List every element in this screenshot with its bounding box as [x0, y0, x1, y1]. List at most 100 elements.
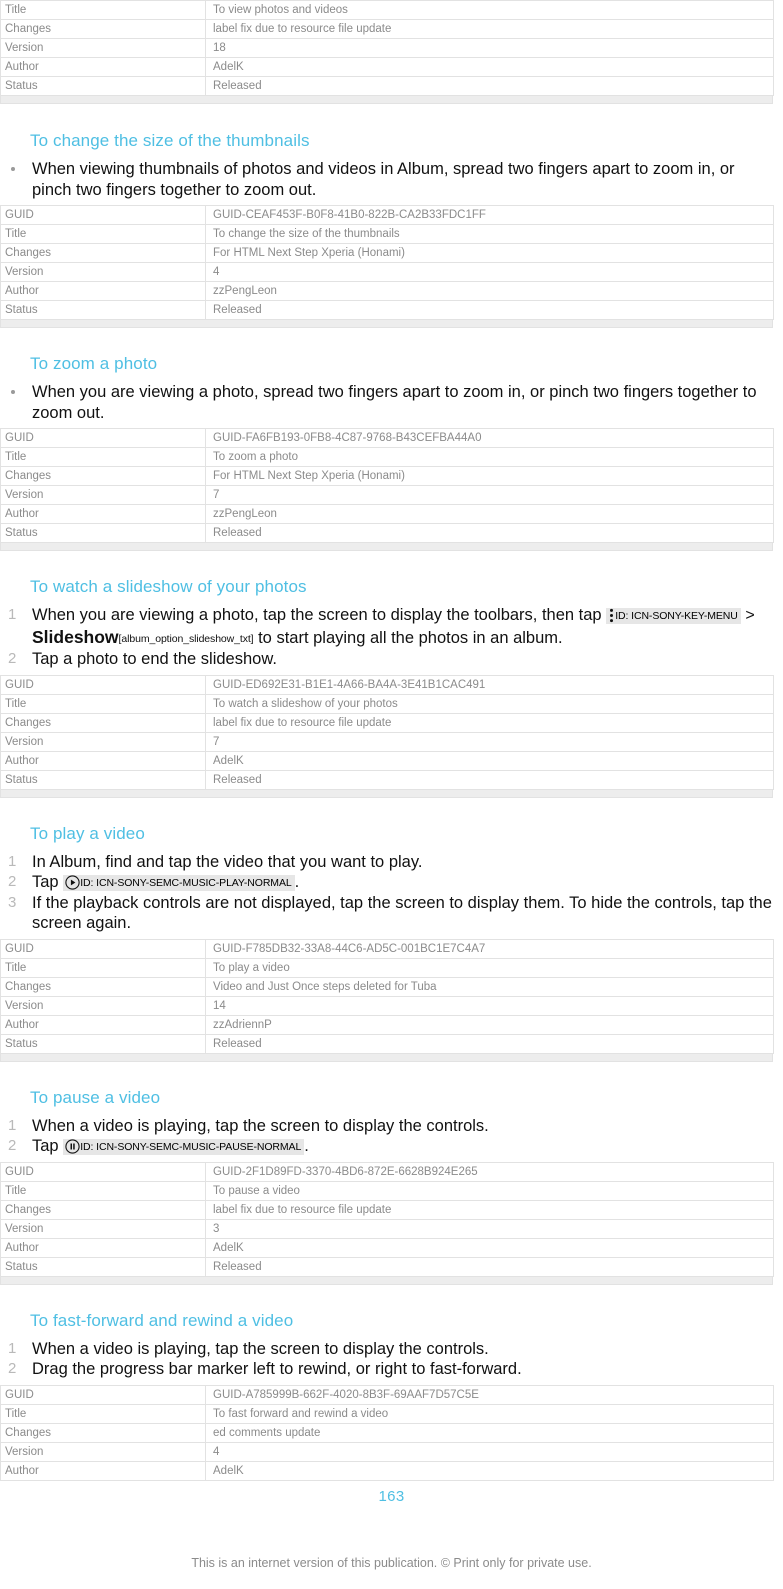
meta-key: Author [0, 57, 206, 77]
meta-key: Title [0, 0, 206, 20]
meta-key: GUID [0, 205, 206, 225]
meta-key: Changes [0, 466, 206, 486]
list-item-text: When a video is playing, tap the screen … [32, 1116, 489, 1135]
list-item: 1 When you are viewing a photo, tap the … [0, 605, 783, 649]
procedure-list-play-video: 1 In Album, find and tap the video that … [0, 852, 783, 934]
list-number: 2 [8, 650, 17, 667]
table-row: Changes label fix due to resource file up… [0, 712, 774, 733]
meta-value: Released [205, 1033, 774, 1054]
table-end-band [0, 1276, 773, 1285]
meta-value: For HTML Next Step Xperia (Honami) [205, 466, 774, 486]
menu-key-token[interactable]: ID: ICN-SONY-KEY-MENU [606, 608, 741, 624]
meta-key: Status [0, 76, 206, 96]
manual-page: Title To view photos and videos Changes … [0, 0, 783, 1589]
meta-value: ed comments update [205, 1422, 774, 1443]
list-item: 2 Tap a photo to end the slideshow. [0, 649, 783, 670]
table-row: Status Released [0, 300, 774, 320]
procedure-list-zoom-photo: When you are viewing a photo, spread two… [0, 382, 783, 423]
meta-key: Author [0, 1237, 206, 1258]
meta-value: 4 [205, 262, 774, 282]
meta-key: Author [0, 750, 206, 771]
table-end-band [0, 789, 773, 798]
table-row: GUID GUID-FA6FB193-0FB8-4C87-9768-B43CEFB… [0, 428, 774, 448]
list-item: 2 Tap ID: ICN-SONY-SEMC-MUSIC-PLAY-NORMA… [0, 872, 783, 893]
meta-value: 14 [205, 995, 774, 1016]
meta-key: Title [0, 957, 206, 978]
table-row: Title To zoom a photo [0, 447, 774, 467]
meta-value: GUID-2F1D89FD-3370-4BD6-872E-6628B924E26… [205, 1161, 774, 1182]
meta-key: GUID [0, 1161, 206, 1182]
table-row: Author zzPengLeon [0, 504, 774, 524]
table-row: Changes For HTML Next Step Xperia (Honami… [0, 466, 774, 486]
meta-value: Released [205, 523, 774, 543]
table-row: GUID GUID-CEAF453F-B0F8-41B0-822B-CA2B33F… [0, 205, 774, 225]
meta-key: GUID [0, 1384, 206, 1405]
table-row: Changes ed comments update [0, 1422, 774, 1443]
section-heading-zoom-photo: To zoom a photo [30, 354, 158, 373]
meta-value: Video and Just Once steps deleted for Tu… [205, 976, 774, 997]
meta-key: Version [0, 38, 206, 58]
meta-key: Version [0, 731, 206, 752]
meta-key: Author [0, 504, 206, 524]
table-row: Status Released [0, 1033, 774, 1054]
metadata-table-play-video: GUID GUID-F785DB32-33A8-44C6-AD5C-001BC1E… [0, 938, 774, 1054]
meta-value: Released [205, 1256, 774, 1277]
section-heading-fast-forward: To fast-forward and rewind a video [30, 1310, 294, 1330]
meta-value: zzPengLeon [205, 504, 774, 524]
table-row: Changes label fix due to resource file u… [0, 19, 774, 39]
pause-button-token[interactable]: ID: ICN-SONY-SEMC-MUSIC-PAUSE-NORMAL [63, 1139, 305, 1155]
play-button-token[interactable]: ID: ICN-SONY-SEMC-MUSIC-PLAY-NORMAL [63, 875, 295, 891]
meta-key: Title [0, 1403, 206, 1424]
meta-value: To play a video [205, 957, 774, 978]
list-number: 2 [8, 1137, 17, 1154]
list-item: 1 When a video is playing, tap the scree… [0, 1339, 783, 1360]
meta-key: Changes [0, 976, 206, 997]
list-item-text: If the playback controls are not display… [32, 893, 772, 933]
pause-button-token-id: ID: ICN-SONY-SEMC-MUSIC-PAUSE-NORMAL [80, 1141, 302, 1153]
meta-key: Status [0, 523, 206, 543]
meta-key: Version [0, 995, 206, 1016]
table-row: Changes Video and Just Once steps deleted… [0, 976, 774, 997]
meta-value: To watch a slideshow of your photos [205, 693, 774, 714]
meta-key: Version [0, 262, 206, 282]
table-row: Author zzPengLeon [0, 281, 774, 301]
meta-value: 7 [205, 485, 774, 505]
section-heading-slideshow: To watch a slideshow of your photos [30, 577, 307, 596]
list-item: When you are viewing a photo, spread two… [0, 382, 783, 423]
metadata-table-zoom-photo: GUID GUID-FA6FB193-0FB8-4C87-9768-B43CEFB… [0, 428, 774, 543]
table-row: Version 7 [0, 485, 774, 505]
metadata-table-slideshow: GUID GUID-ED692E31-B1E1-4A66-BA4A-3E41B1C… [0, 674, 774, 790]
list-number: 3 [8, 893, 17, 911]
meta-key: Changes [0, 243, 206, 263]
list-item: 1 In Album, find and tap the video that … [0, 852, 783, 873]
list-item-text: Tap [32, 873, 59, 891]
step-separator: > [745, 607, 755, 624]
meta-value: AdelK [205, 1237, 774, 1258]
meta-value: AdelK [205, 1460, 774, 1481]
table-row: Title To fast forward and rewind a video [0, 1403, 774, 1424]
meta-key: Changes [0, 1422, 206, 1443]
list-number: 1 [8, 852, 17, 870]
meta-value: To pause a video [205, 1180, 774, 1201]
list-item-text: When viewing thumbnails of photos and vi… [32, 160, 735, 199]
table-row: Version 4 [0, 1441, 774, 1462]
meta-key: Title [0, 224, 206, 244]
table-row: Status Released [0, 1256, 774, 1277]
ui-term-slideshow: Slideshow [32, 626, 119, 647]
meta-key: Title [0, 1180, 206, 1201]
table-row: Changes label fix due to resource file up… [0, 1199, 774, 1220]
meta-key: Version [0, 1218, 206, 1239]
meta-key: Changes [0, 19, 206, 39]
meta-key: Author [0, 1014, 206, 1035]
procedure-list-thumbnails: When viewing thumbnails of photos and vi… [0, 159, 783, 200]
meta-value: To view photos and videos [205, 0, 774, 20]
list-item-text: When you are viewing a photo, spread two… [32, 383, 757, 422]
bullet-icon [11, 390, 15, 394]
table-row: Title To watch a slideshow of your photos [0, 693, 774, 714]
list-item-text: Drag the progress bar marker left to rew… [32, 1360, 522, 1378]
table-end-band [0, 320, 773, 328]
table-row: Title To view photos and videos [0, 0, 774, 20]
table-end-band [0, 543, 773, 551]
play-button-token-id: ID: ICN-SONY-SEMC-MUSIC-PLAY-NORMAL [80, 877, 292, 889]
table-row: Version 4 [0, 262, 774, 282]
